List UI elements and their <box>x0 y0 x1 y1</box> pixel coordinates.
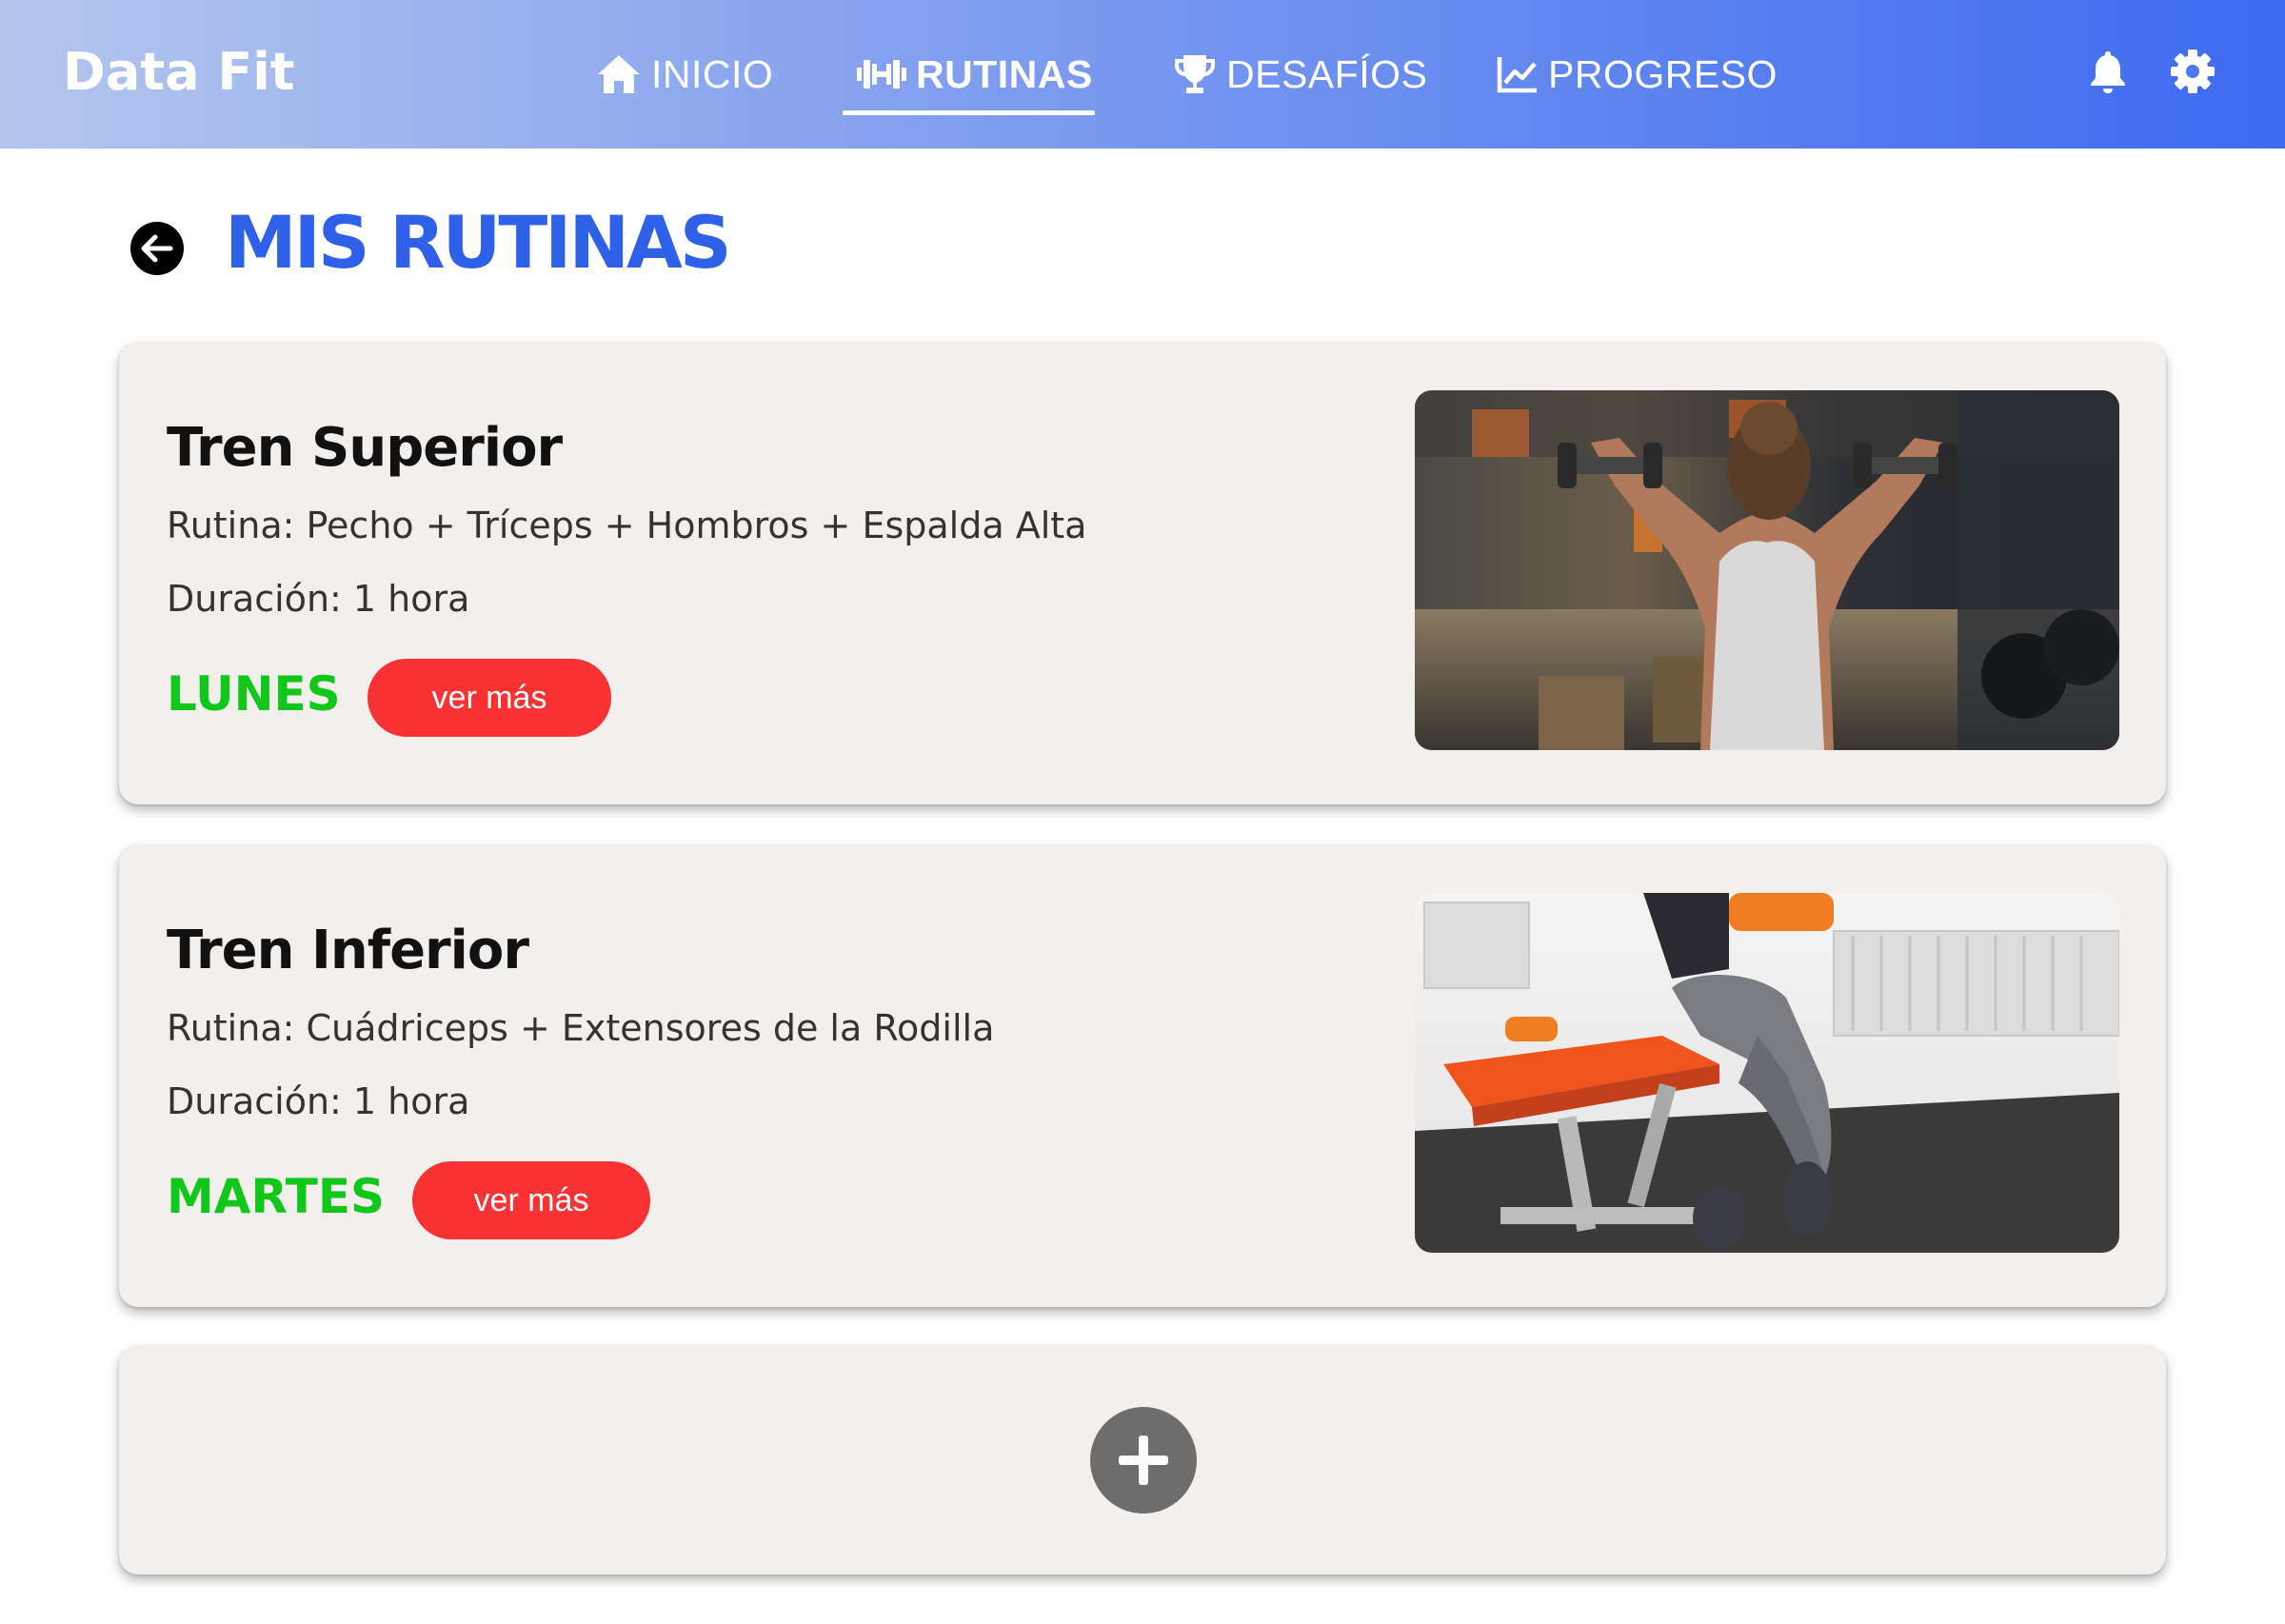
nav-item-desafios[interactable]: DESAFÍOS <box>1173 34 1427 114</box>
nav-label-inicio: INICIO <box>651 51 774 96</box>
trophy-icon <box>1175 55 1215 93</box>
routine-title: Tren Inferior <box>167 920 529 981</box>
routine-duration: Duración: 1 hora <box>167 578 470 620</box>
plus-icon <box>1119 1436 1168 1485</box>
routine-duration: Duración: 1 hora <box>167 1080 470 1122</box>
arrow-left-icon <box>141 234 173 263</box>
gear-icon[interactable] <box>2169 48 2216 95</box>
nav-item-inicio[interactable]: INICIO <box>596 34 773 114</box>
bell-icon[interactable] <box>2084 48 2132 95</box>
chart-line-icon <box>1497 57 1537 93</box>
active-tab-indicator <box>843 110 1095 115</box>
routine-description: Rutina: Cuádriceps + Extensores de la Ro… <box>167 1007 995 1049</box>
add-routine-button[interactable] <box>1090 1407 1197 1514</box>
routine-day: MARTES <box>167 1169 385 1224</box>
nav-label-rutinas: RUTINAS <box>916 51 1093 96</box>
nav-label-desafios: DESAFÍOS <box>1226 51 1428 96</box>
routine-day: LUNES <box>167 666 341 722</box>
dumbbell-icon <box>857 60 906 89</box>
ver-mas-button[interactable]: ver más <box>368 659 611 737</box>
nav-item-progreso[interactable]: PROGRESO <box>1497 34 1778 114</box>
back-button[interactable] <box>130 222 184 275</box>
routine-card: Tren Inferior Rutina: Cuádriceps + Exten… <box>119 845 2166 1307</box>
top-nav-bar: Data Fit INICIO RUTINAS DESAFÍOS PROGRES… <box>0 0 2285 149</box>
routine-image <box>1415 893 2119 1253</box>
add-routine-card[interactable] <box>119 1346 2166 1574</box>
routine-description: Rutina: Pecho + Tríceps + Hombros + Espa… <box>167 505 1087 546</box>
page-title: MIS RUTINAS <box>225 200 732 285</box>
routine-title: Tren Superior <box>167 417 563 479</box>
routine-card: Tren Superior Rutina: Pecho + Tríceps + … <box>119 343 2166 804</box>
home-icon <box>598 55 640 93</box>
nav-item-rutinas[interactable]: RUTINAS <box>857 34 1093 114</box>
nav-label-progreso: PROGRESO <box>1548 51 1778 96</box>
brand-logo[interactable]: Data Fit <box>63 42 295 102</box>
ver-mas-button[interactable]: ver más <box>412 1161 650 1239</box>
routine-image <box>1415 390 2119 750</box>
